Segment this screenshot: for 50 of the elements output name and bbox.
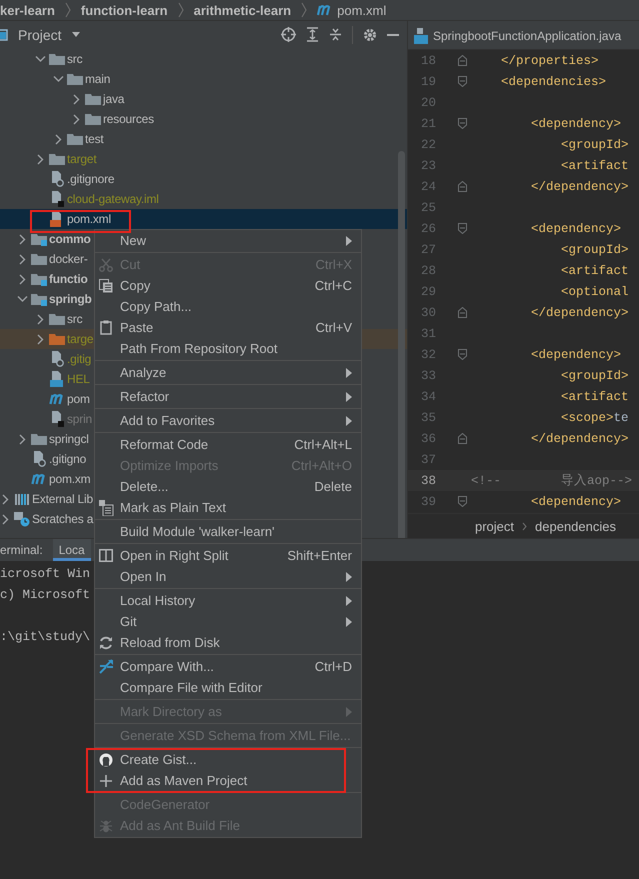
shortcut-label: Ctrl+D — [314, 659, 352, 674]
shortcut-label: Shift+Enter — [287, 548, 352, 563]
line-number: 23 — [420, 158, 436, 172]
code-line: <artifact — [560, 264, 629, 278]
shortcut-label: Ctrl+Alt+L — [294, 437, 352, 452]
shortcut-label: Delete — [314, 479, 352, 494]
line-number: 25 — [420, 200, 436, 214]
line-number: 39 — [420, 494, 436, 508]
code-line: <artifact — [560, 158, 629, 172]
code-line: <scope>te — [560, 410, 629, 424]
code-line: <groupId> — [560, 138, 629, 152]
line-number: 28 — [420, 264, 436, 278]
code-line: <groupId> — [560, 242, 629, 256]
line-number: 32 — [420, 348, 436, 362]
terminal-line: icrosoft Win — [0, 566, 90, 580]
line-number: 30 — [420, 306, 436, 320]
code-line: <dependency> — [530, 348, 622, 362]
line-number: 24 — [420, 180, 436, 194]
code-line: </properties> — [500, 54, 599, 68]
line-number: 35 — [420, 410, 436, 424]
code-line: </dependency> — [530, 306, 629, 320]
code-line: </dependency> — [530, 432, 629, 446]
code-line: <groupId> — [560, 368, 629, 382]
shortcut-label: Ctrl+C — [314, 278, 352, 293]
line-number: 31 — [420, 326, 436, 340]
terminal-line: :\git\study\ — [0, 630, 90, 644]
code-line: </dependency> — [530, 180, 629, 194]
line-number: 36 — [420, 432, 436, 446]
line-number: 19 — [420, 74, 436, 88]
code-line: <dependency> — [530, 116, 622, 130]
line-number: 21 — [420, 116, 436, 130]
terminal-line: c) Microsoft — [0, 588, 90, 602]
line-number: 18 — [420, 54, 436, 68]
line-number: 27 — [420, 242, 436, 256]
code-line: <optional — [560, 284, 629, 298]
line-number: 26 — [420, 222, 436, 236]
code-line: <dependency> — [530, 494, 622, 508]
code-line: <artifact — [560, 390, 629, 404]
code-line: <dependencies> — [500, 74, 606, 88]
line-number: 20 — [420, 96, 436, 110]
code-line: <dependency> — [530, 222, 622, 236]
line-number: 38 — [420, 474, 436, 488]
line-number: 33 — [420, 368, 436, 382]
line-number: 29 — [420, 284, 436, 298]
terminal-label: erminal: — [0, 542, 44, 559]
code-line: <!-- 导入aop--> — [471, 472, 632, 489]
shortcut-label: Ctrl+V — [316, 320, 352, 335]
line-number: 22 — [420, 138, 436, 152]
line-number: 37 — [420, 452, 436, 466]
line-number: 34 — [420, 390, 436, 404]
